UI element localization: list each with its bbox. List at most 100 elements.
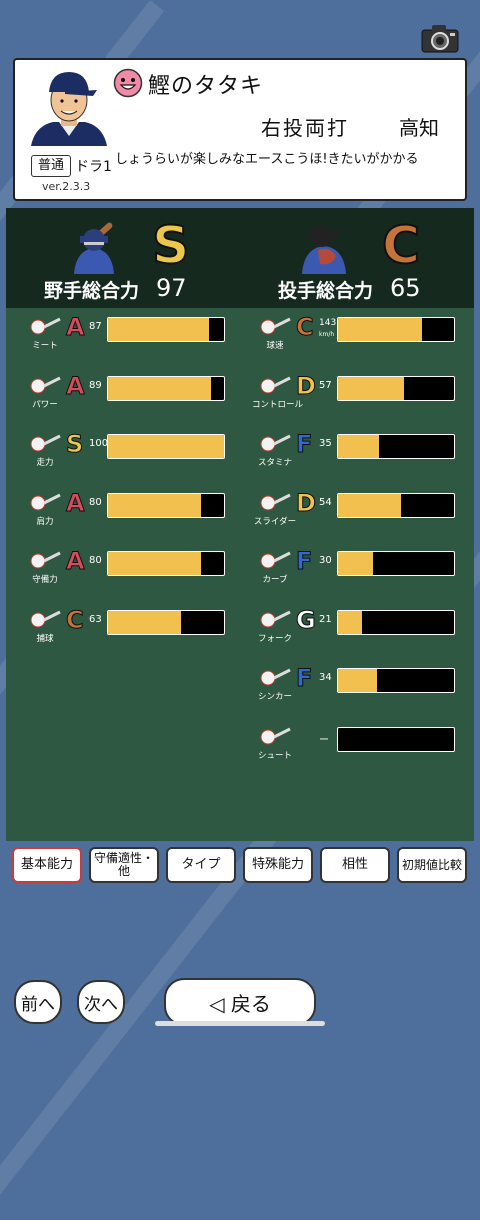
pitching-stat-bar-fill (338, 610, 363, 634)
pitching-stat-label: コントロール (252, 399, 304, 410)
pitching-stat-grade: G (296, 605, 317, 634)
batting-stat-bar (107, 551, 225, 576)
avatar (29, 68, 109, 146)
pitching-stat-label: 球速 (266, 341, 284, 351)
team-name: 高知 (399, 116, 439, 140)
stats-panel: S 野手総合力 97 C 投手総合力 65 ミート A 87 パワー A 89 走力 S 100… (6, 208, 474, 841)
batting-stat-value: 89 (89, 379, 102, 391)
batting-stat-grade: A (66, 371, 86, 400)
batting-stat-value: 100 (89, 438, 109, 449)
batting-stat-bar-fill (108, 493, 201, 517)
batting-stat-label: 守備力 (32, 575, 58, 585)
pitching-stat-value: 30 (319, 555, 332, 566)
pitching-stat-value: ー (319, 734, 329, 746)
pitcher-grade: C (381, 216, 421, 276)
pitching-stat-row: スライダー D 54 (254, 488, 466, 527)
pitching-stat-bar (337, 551, 455, 576)
batting-stat-value: 80 (89, 496, 102, 508)
pitching-stat-grade: F (295, 547, 313, 575)
tab-basic-ability[interactable]: 基本能力 (12, 847, 82, 883)
pitching-stat-label: カーブ (262, 575, 288, 585)
tab-type[interactable]: タイプ (166, 847, 236, 883)
batting-stat-value: 87 (89, 321, 102, 332)
batting-stat-grade: A (66, 488, 86, 517)
batter-icon (66, 216, 122, 274)
pitching-stat-row: 球速 C 143 km/h (256, 313, 466, 351)
pitching-stat-row: シンカー F 34 (256, 664, 466, 702)
throw-bat-hand: 右投両打 (261, 116, 349, 140)
pitching-stat-label: シュート (257, 750, 292, 761)
pitcher-total-label: 投手総合力 (278, 280, 374, 302)
pitching-stat-row: シュート ー (256, 726, 466, 761)
batting-stat-row: ミート A 87 (26, 313, 236, 351)
tab-defense[interactable]: 守備適性・他 (89, 847, 159, 883)
batting-stat-bar (107, 609, 225, 635)
pitching-stat-grade: D (296, 371, 317, 400)
batting-stat-value: 63 (89, 613, 102, 625)
batting-stat-grade: C (66, 605, 85, 634)
pitching-stat-bar-fill (338, 669, 378, 692)
camera-icon[interactable] (420, 22, 460, 54)
batting-stat-row: 肩力 A 80 (26, 488, 236, 527)
pitching-stat-bar (337, 492, 455, 518)
batting-stat-row: パワー A 89 (26, 371, 236, 410)
pitching-stat-bar (337, 726, 455, 752)
pitching-stat-row: スタミナ F 35 (256, 430, 466, 468)
pitching-stat-row: フォーク G 21 (256, 605, 466, 644)
pitching-stat-unit: km/h (319, 331, 335, 338)
pitching-stat-value: 21 (319, 613, 332, 625)
version-label: ver.2.3.3 (42, 180, 91, 193)
pitching-stat-grade: D (296, 488, 317, 517)
smile-face-icon (113, 68, 143, 98)
next-button[interactable]: 次へ (77, 980, 125, 1024)
pitching-stat-bar (337, 668, 455, 693)
fielder-total-value: 97 (156, 274, 187, 302)
batting-stat-bar (107, 434, 225, 459)
pitching-stat-value: 35 (319, 438, 332, 449)
tab-compatibility[interactable]: 相性 (320, 847, 390, 883)
tab-initial-compare[interactable]: 初期値比較 (397, 847, 467, 883)
batting-stat-bar-fill (108, 318, 209, 341)
pitching-stat-value: 57 (319, 379, 332, 391)
batting-stat-row: 走力 S 100 (26, 430, 236, 468)
fielder-grade: S (151, 216, 190, 276)
batting-stat-bar-fill (108, 435, 224, 458)
pitching-stat-bar (337, 609, 455, 635)
pitching-stat-bar-fill (338, 318, 422, 341)
batting-stat-label: パワー (32, 399, 58, 410)
batting-stat-label: 捕球 (36, 633, 54, 644)
pitching-stat-bar-fill (338, 376, 405, 400)
pitching-stat-label: フォーク (257, 633, 292, 644)
pitching-stat-value: 54 (319, 496, 332, 508)
pitching-stat-bar-fill (338, 435, 379, 458)
pitching-stat-bar-fill (338, 552, 373, 575)
catch-phrase: しょうらいが楽しみなエースこうほ!きたいがかかる (115, 152, 419, 167)
pitching-stat-value: 143 (319, 318, 337, 328)
batting-stat-label: 走力 (36, 458, 54, 468)
profile-card: 鰹のタタキ 右投両打 高知 普通 ドラ1 ver.2.3.3 しょうらいが楽しみ… (13, 58, 467, 201)
batting-stat-grade: A (66, 313, 86, 341)
pitching-stat-grade: F (295, 664, 313, 692)
batting-stat-label: 肩力 (36, 516, 54, 527)
tab-special-ability[interactable]: 特殊能力 (243, 847, 313, 883)
pitching-stat-row: コントロール D 57 (252, 371, 466, 410)
batting-stat-grade: S (65, 430, 84, 458)
pitching-stat-grade: F (295, 430, 313, 458)
pitching-stat-label: スライダー (253, 516, 297, 527)
prev-button[interactable]: 前へ (14, 980, 62, 1024)
panel-header: S 野手総合力 97 C 投手総合力 65 (6, 208, 474, 308)
batting-stat-bar (107, 492, 225, 518)
fielder-total-label: 野手総合力 (44, 280, 140, 302)
pitcher-total-value: 65 (390, 274, 421, 302)
pitching-stat-bar (337, 375, 455, 401)
back-button[interactable]: ◁ 戻る (164, 978, 316, 1026)
pitcher-icon (296, 216, 352, 274)
draft-label: ドラ1 (75, 159, 112, 175)
batting-stat-bar-fill (108, 552, 201, 575)
player-type-badge: 普通 (31, 155, 71, 177)
pitching-stat-bar-fill (338, 493, 401, 517)
player-name: 鰹のタタキ (148, 74, 264, 99)
pitching-stat-row: カーブ F 30 (256, 547, 466, 585)
batting-stat-value: 80 (89, 555, 102, 566)
pitching-stat-grade: C (296, 313, 315, 341)
